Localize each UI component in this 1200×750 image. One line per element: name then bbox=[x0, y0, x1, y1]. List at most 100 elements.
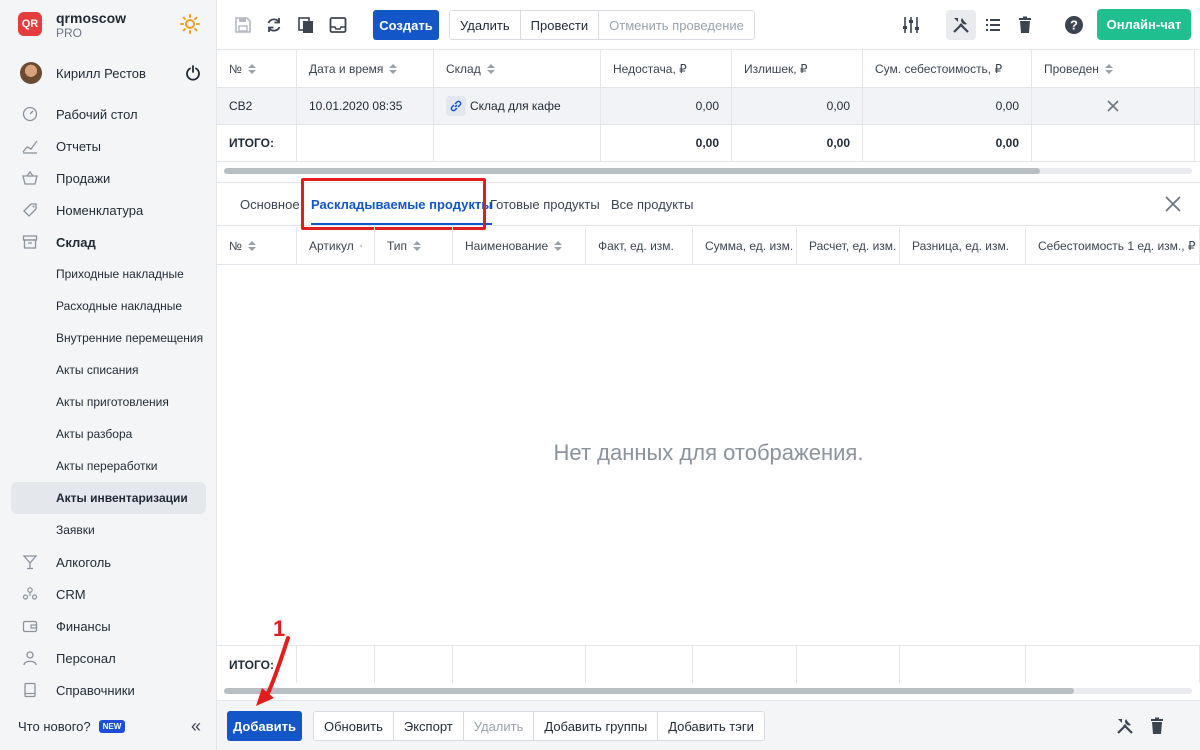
col-conducted[interactable]: Проведен bbox=[1032, 50, 1195, 87]
sidebar-item-warehouse[interactable]: Склад bbox=[0, 226, 217, 258]
sort-icon bbox=[1104, 63, 1113, 74]
sidebar-subitem-inventory[interactable]: Акты инвентаризации bbox=[11, 482, 206, 514]
sidebar-item-crm[interactable]: CRM bbox=[0, 578, 217, 610]
sidebar-subitem-writeoffs[interactable]: Акты списания bbox=[11, 354, 206, 386]
col-unit-cost[interactable]: Себестоимость 1 ед. изм., ₽ bbox=[1026, 227, 1200, 264]
cell-number: СВ2 bbox=[217, 88, 297, 124]
refresh-button[interactable]: Обновить bbox=[314, 712, 394, 740]
col-label: Сумма, ед. изм. bbox=[705, 238, 794, 253]
online-chat-button[interactable]: Онлайн-чат bbox=[1097, 9, 1191, 40]
col-cost[interactable]: Сум. себестоимость, ₽ bbox=[863, 50, 1032, 87]
col-label: Дата и время bbox=[309, 61, 384, 76]
cell-cost: 0,00 bbox=[863, 88, 1032, 124]
col-datetime[interactable]: Дата и время bbox=[297, 50, 434, 87]
cell-surplus: 0,00 bbox=[732, 88, 863, 124]
sidebar-subitem-requests[interactable]: Заявки bbox=[11, 514, 206, 546]
conduct-button[interactable]: Провести bbox=[520, 11, 600, 39]
power-icon[interactable] bbox=[184, 64, 202, 82]
help-icon[interactable]: ? bbox=[1064, 15, 1084, 35]
col-number[interactable]: № bbox=[217, 50, 297, 87]
sidebar-subitem-disassembly[interactable]: Акты разбора bbox=[11, 418, 206, 450]
sidebar-item-alcohol[interactable]: Алкоголь bbox=[0, 546, 217, 578]
col-number[interactable]: № bbox=[217, 227, 297, 264]
cell-datetime: 10.01.2020 08:35 bbox=[297, 88, 434, 124]
sidebar-item-nomenclature[interactable]: Номенклатура bbox=[0, 194, 217, 226]
sort-icon bbox=[359, 244, 362, 247]
tools-icon bbox=[953, 18, 969, 33]
tab-all-products[interactable]: Все продукты bbox=[611, 183, 693, 225]
sidebar-subitem-transfers[interactable]: Внутренние перемещения bbox=[11, 322, 206, 354]
products-table-scrollbar[interactable] bbox=[224, 688, 1192, 694]
col-name[interactable]: Наименование bbox=[453, 227, 586, 264]
collapse-sidebar-icon[interactable]: « bbox=[191, 717, 201, 735]
sidebar-item-finance[interactable]: Финансы bbox=[0, 610, 217, 642]
top-table-scrollbar[interactable] bbox=[224, 168, 1192, 174]
products-actions: Обновить Экспорт Удалить Добавить группы… bbox=[313, 711, 765, 741]
sidebar-item-label: Алкоголь bbox=[56, 554, 112, 570]
tools-icon[interactable] bbox=[1115, 716, 1135, 736]
col-label: Факт, ед. изм. bbox=[598, 238, 674, 253]
delete-products-button[interactable]: Удалить bbox=[463, 712, 535, 740]
cancel-conduct-button[interactable]: Отменить проведение bbox=[599, 11, 754, 39]
total-empty bbox=[797, 646, 900, 683]
filter-sliders-icon[interactable] bbox=[901, 15, 921, 35]
print-icon[interactable] bbox=[328, 15, 348, 35]
tab-main[interactable]: Основное bbox=[240, 183, 300, 225]
sidebar-item-dashboard[interactable]: Рабочий стол bbox=[0, 98, 217, 130]
col-type[interactable]: Тип bbox=[375, 227, 453, 264]
export-button[interactable]: Экспорт bbox=[393, 712, 464, 740]
sidebar-item-reports[interactable]: Отчеты bbox=[0, 130, 217, 162]
refresh-icon[interactable] bbox=[264, 15, 284, 35]
brand[interactable]: QR qrmoscow PRO bbox=[16, 10, 206, 42]
sidebar-subitem-processing[interactable]: Акты переработки bbox=[11, 450, 206, 482]
copy-icon[interactable] bbox=[296, 15, 316, 35]
products-table-header: № Артикул Тип Наименование Факт, ед. изм… bbox=[217, 227, 1200, 265]
tools-button[interactable] bbox=[946, 10, 976, 40]
sidebar-item-staff[interactable]: Персонал bbox=[0, 642, 217, 674]
scrollbar-thumb[interactable] bbox=[224, 688, 1074, 694]
add-groups-button[interactable]: Добавить группы bbox=[534, 712, 659, 740]
link-icon[interactable] bbox=[446, 96, 466, 116]
cell-shortage: 0,00 bbox=[601, 88, 732, 124]
tab-layout-products[interactable]: Раскладываемые продукты bbox=[311, 183, 493, 225]
empty-state-message: Нет данных для отображения. bbox=[553, 440, 864, 465]
col-surplus[interactable]: Излишек, ₽ bbox=[732, 50, 863, 87]
detail-tabs: Основное Раскладываемые продукты Готовые… bbox=[217, 182, 1200, 226]
col-shortage[interactable]: Недостача, ₽ bbox=[601, 50, 732, 87]
trash-icon[interactable] bbox=[1147, 716, 1167, 736]
col-label: Расчет, ед. изм. bbox=[809, 238, 897, 253]
scrollbar-thumb[interactable] bbox=[224, 168, 1040, 174]
sun-icon[interactable] bbox=[180, 14, 200, 34]
list-icon[interactable] bbox=[983, 15, 1003, 35]
close-icon[interactable] bbox=[1164, 195, 1182, 213]
col-fact[interactable]: Факт, ед. изм. bbox=[586, 227, 693, 264]
people-icon bbox=[22, 587, 38, 600]
sidebar-item-sales[interactable]: Продажи bbox=[0, 162, 217, 194]
save-icon[interactable] bbox=[233, 15, 253, 35]
add-button[interactable]: Добавить bbox=[227, 711, 302, 741]
add-tags-button[interactable]: Добавить тэги bbox=[658, 712, 764, 740]
brand-logo: QR bbox=[18, 12, 42, 36]
col-label: № bbox=[229, 61, 242, 76]
delete-button[interactable]: Удалить bbox=[450, 11, 521, 39]
sidebar-subitem-cooking[interactable]: Акты приготовления bbox=[11, 386, 206, 418]
col-label: Сум. себестоимость, ₽ bbox=[875, 61, 1003, 76]
col-sum[interactable]: Сумма, ед. изм. bbox=[693, 227, 797, 264]
col-diff[interactable]: Разница, ед. изм. bbox=[900, 227, 1026, 264]
sort-icon bbox=[389, 63, 398, 74]
col-calc[interactable]: Расчет, ед. изм. bbox=[797, 227, 900, 264]
col-label: Артикул bbox=[309, 238, 354, 253]
create-button[interactable]: Создать bbox=[373, 10, 439, 40]
documents-table: № Дата и время Склад Недостача, ₽ Излише… bbox=[217, 50, 1200, 168]
sidebar-subitem-outgoing[interactable]: Расходные накладные bbox=[11, 290, 206, 322]
col-article[interactable]: Артикул bbox=[297, 227, 375, 264]
user-profile[interactable]: Кирилл Рестов bbox=[18, 60, 208, 88]
table-row[interactable]: СВ2 10.01.2020 08:35 Склад для кафе 0,00… bbox=[217, 88, 1200, 125]
col-warehouse[interactable]: Склад bbox=[434, 50, 601, 87]
sort-icon bbox=[247, 240, 256, 251]
whats-new-link[interactable]: Что нового? bbox=[18, 719, 91, 734]
brand-plan: PRO bbox=[56, 26, 83, 40]
sidebar-subitem-incoming[interactable]: Приходные накладные bbox=[11, 258, 206, 290]
tab-finished-products[interactable]: Готовые продукты bbox=[490, 183, 600, 225]
trash-icon[interactable] bbox=[1015, 15, 1035, 35]
